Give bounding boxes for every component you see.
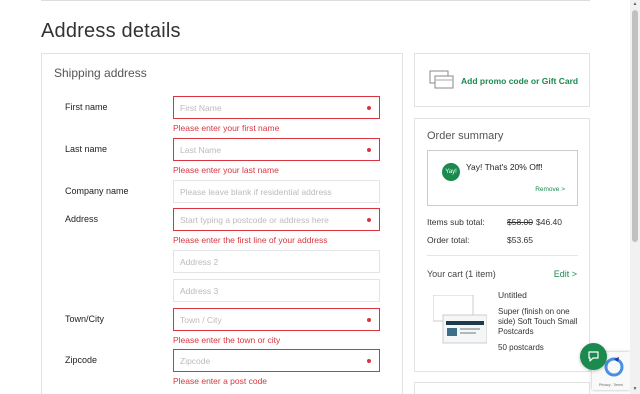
- zipcode-placeholder: Zipcode: [180, 355, 211, 366]
- company-name-label: Company name: [65, 186, 129, 196]
- edit-cart-link[interactable]: Edit >: [554, 269, 577, 279]
- company-name-input[interactable]: Please leave blank if residential addres…: [173, 180, 380, 203]
- shipping-title: Shipping address: [54, 66, 147, 80]
- company-name-placeholder: Please leave blank if residential addres…: [180, 186, 332, 197]
- cart-title: Your cart (1 item): [427, 269, 496, 279]
- town-city-label: Town/City: [65, 314, 105, 324]
- first-name-placeholder: First Name: [180, 102, 222, 113]
- address-placeholder: Start typing a postcode or address here: [180, 214, 329, 225]
- product-name: Untitled: [498, 290, 527, 300]
- recaptcha-links: Privacy - Terms: [598, 383, 624, 387]
- town-city-placeholder: Town / City: [180, 314, 222, 325]
- order-total-label: Order total:: [427, 235, 470, 245]
- remove-discount-link[interactable]: Remove >: [535, 186, 565, 193]
- last-name-placeholder: Last Name: [180, 144, 222, 155]
- discount-text: Yay! That's 20% Off!: [466, 162, 543, 172]
- zipcode-error: Please enter a post code: [173, 376, 268, 386]
- town-city-input[interactable]: Town / City: [173, 308, 380, 331]
- top-divider: [41, 0, 590, 1]
- product-description: Super (finish on one side) Soft Touch Sm…: [498, 307, 578, 336]
- address-label: Address: [65, 214, 99, 224]
- address-2-input[interactable]: Address 2: [173, 250, 380, 273]
- required-indicator: [367, 318, 371, 322]
- address-input[interactable]: Start typing a postcode or address here: [173, 208, 380, 231]
- chat-button[interactable]: [580, 343, 607, 370]
- discount-notice: Yay! Yay! That's 20% Off! Remove >: [427, 150, 578, 206]
- promo-panel[interactable]: Add promo code or Gift Card: [414, 53, 590, 107]
- items-subtotal-value: $58.00 $46.40: [507, 217, 562, 227]
- order-total-value: $53.65: [507, 235, 533, 245]
- address-error: Please enter the first line of your addr…: [173, 235, 328, 245]
- page-title: Address details: [41, 20, 181, 42]
- required-indicator: [367, 148, 371, 152]
- gift-card-icon: [429, 70, 454, 89]
- last-name-label: Last name: [65, 144, 108, 154]
- required-indicator: [367, 218, 371, 222]
- zipcode-label: Zipcode: [65, 355, 98, 365]
- yay-badge: Yay!: [442, 163, 460, 181]
- address-3-input[interactable]: Address 3: [173, 279, 380, 302]
- scrollbar[interactable]: ▲ ▼: [630, 0, 640, 394]
- shipping-address-panel: Shipping address First name First Name P…: [41, 53, 403, 394]
- required-indicator: [367, 359, 371, 363]
- scroll-thumb[interactable]: [632, 10, 638, 242]
- original-price: $58.00: [507, 217, 533, 227]
- first-name-input[interactable]: First Name: [173, 96, 380, 119]
- first-name-label: First name: [65, 102, 108, 112]
- first-name-error: Please enter your first name: [173, 123, 280, 133]
- lower-panel: [414, 382, 590, 394]
- discounted-price: $46.40: [536, 217, 562, 227]
- product-quantity: 50 postcards: [498, 343, 544, 352]
- chat-icon: [588, 351, 599, 362]
- scroll-down-icon[interactable]: ▼: [632, 386, 638, 392]
- items-subtotal-label: Items sub total:: [427, 217, 485, 227]
- zipcode-input[interactable]: Zipcode: [173, 349, 380, 372]
- scroll-up-icon[interactable]: ▲: [632, 1, 638, 7]
- product-thumbnail: [433, 295, 487, 344]
- last-name-input[interactable]: Last Name: [173, 138, 380, 161]
- order-summary-title: Order summary: [427, 130, 504, 142]
- address-2-placeholder: Address 2: [180, 256, 219, 267]
- last-name-error: Please enter your last name: [173, 165, 279, 175]
- summary-divider: [427, 255, 578, 256]
- required-indicator: [367, 106, 371, 110]
- address-3-placeholder: Address 3: [180, 285, 219, 296]
- add-promo-link[interactable]: Add promo code or Gift Card: [461, 76, 578, 86]
- order-summary-panel: Order summary Yay! Yay! That's 20% Off! …: [414, 118, 590, 372]
- town-city-error: Please enter the town or city: [173, 335, 281, 345]
